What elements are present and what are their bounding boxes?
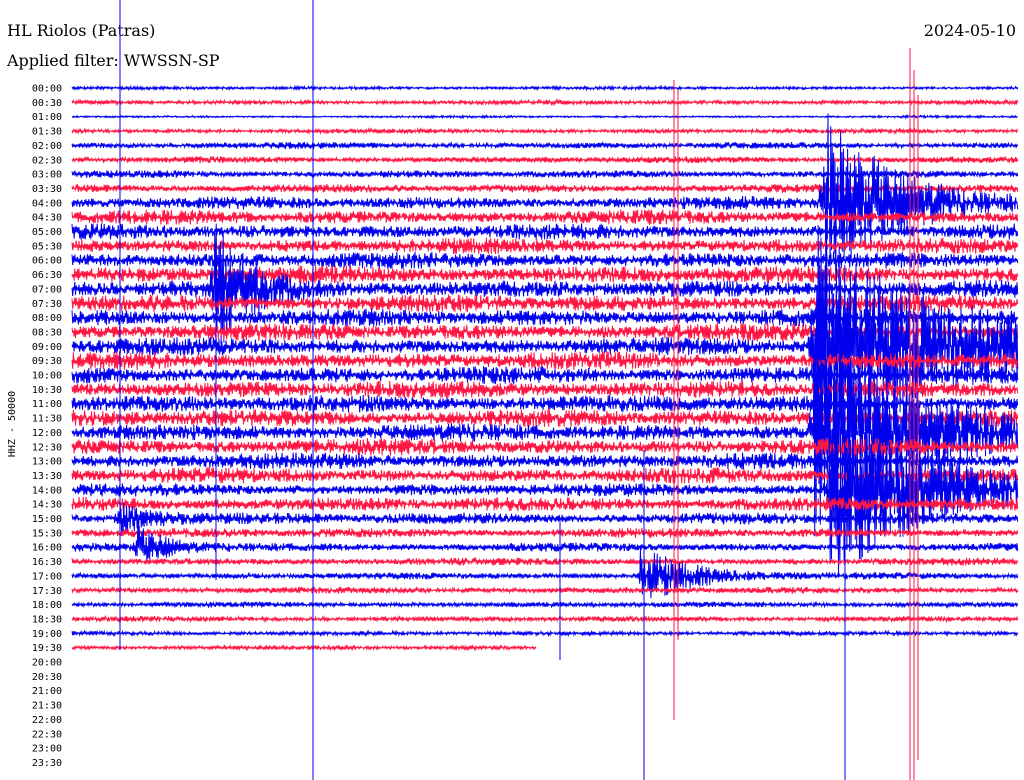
tick-label-1230: 12:30 xyxy=(32,442,62,453)
tick-label-0300: 03:00 xyxy=(32,170,62,181)
tick-label-0130: 01:30 xyxy=(32,127,62,138)
trace-1900 xyxy=(71,629,1019,638)
trace-0130 xyxy=(71,126,1019,136)
tick-label-0730: 07:30 xyxy=(32,299,62,310)
trace-1930 xyxy=(71,643,537,652)
trace-0500 xyxy=(71,223,1019,240)
tick-label-1330: 13:30 xyxy=(32,471,62,482)
tick-label-1430: 14:30 xyxy=(32,500,62,511)
tick-label-1530: 15:30 xyxy=(32,528,62,539)
trace-1630 xyxy=(71,557,1019,566)
tick-label-1930: 19:30 xyxy=(32,643,62,654)
tick-label-0700: 07:00 xyxy=(32,284,62,295)
trace-0530 xyxy=(71,237,1019,255)
tick-label-0230: 02:30 xyxy=(32,155,62,166)
tick-label-0900: 09:00 xyxy=(32,342,62,353)
tick-label-0930: 09:30 xyxy=(32,356,62,367)
seismic-traces xyxy=(71,0,1019,780)
tick-label-0830: 08:30 xyxy=(32,327,62,338)
trace-1000 xyxy=(71,366,1019,385)
tick-label-2300: 23:00 xyxy=(32,744,62,755)
trace-1030 xyxy=(71,380,1019,399)
tick-label-2200: 22:00 xyxy=(32,715,62,726)
tick-label-0100: 01:00 xyxy=(32,112,62,123)
trace-0600 xyxy=(71,251,1019,269)
tick-label-0200: 02:00 xyxy=(32,141,62,152)
trace-0300 xyxy=(71,169,1019,179)
trace-0000 xyxy=(71,84,1019,92)
tick-label-2030: 20:30 xyxy=(32,672,62,683)
tick-label-2130: 21:30 xyxy=(32,701,62,712)
tick-label-1200: 12:00 xyxy=(32,428,62,439)
tick-label-0630: 06:30 xyxy=(32,270,62,281)
trace-1530 xyxy=(71,527,1019,538)
tick-label-0530: 05:30 xyxy=(32,241,62,252)
chart-title: HL Riolos (Patras) xyxy=(7,21,155,40)
trace-0430 xyxy=(71,209,1019,225)
helicorder-chart: HL Riolos (Patras) Applied filter: WWSSN… xyxy=(6,0,1019,780)
chart-subtitle: Applied filter: WWSSN-SP xyxy=(6,51,220,70)
trace-0230 xyxy=(71,155,1019,164)
tick-label-2330: 23:30 xyxy=(32,758,62,769)
tick-label-1600: 16:00 xyxy=(32,543,62,554)
tick-label-1130: 11:30 xyxy=(32,414,62,425)
time-tick-labels: 00:00 00:30 01:00 01:30 02:00 02:30 03:00 03:30… xyxy=(32,84,62,769)
tick-label-1830: 18:30 xyxy=(32,614,62,625)
tick-label-2100: 21:00 xyxy=(32,686,62,697)
tick-label-1700: 17:00 xyxy=(32,571,62,582)
tick-label-2000: 20:00 xyxy=(32,658,62,669)
tick-label-0400: 04:00 xyxy=(32,198,62,209)
tick-label-1400: 14:00 xyxy=(32,485,62,496)
tick-label-0030: 00:30 xyxy=(32,98,62,109)
tick-label-0000: 00:00 xyxy=(32,84,62,95)
tick-label-1030: 10:30 xyxy=(32,385,62,396)
trace-0200 xyxy=(71,140,1019,150)
tick-label-0430: 04:30 xyxy=(32,213,62,224)
tick-label-2230: 22:30 xyxy=(32,729,62,740)
tick-label-1900: 19:00 xyxy=(32,629,62,640)
trace-1230 xyxy=(71,437,1019,456)
tick-label-0500: 05:00 xyxy=(32,227,62,238)
tick-label-0600: 06:00 xyxy=(32,256,62,267)
tick-label-1300: 13:00 xyxy=(32,457,62,468)
tick-label-1630: 16:30 xyxy=(32,557,62,568)
tick-label-1000: 10:00 xyxy=(32,371,62,382)
y-axis-label: HHZ - 50000 xyxy=(7,391,18,457)
trace-1830 xyxy=(71,614,1019,624)
tick-label-1800: 18:00 xyxy=(32,600,62,611)
tick-label-1500: 15:00 xyxy=(32,514,62,525)
tick-label-0330: 03:30 xyxy=(32,184,62,195)
chart-date: 2024-05-10 xyxy=(924,21,1016,40)
tick-label-1100: 11:00 xyxy=(32,399,62,410)
trace-0030 xyxy=(71,98,1019,107)
trace-1800 xyxy=(71,600,1019,609)
trace-0100 xyxy=(71,113,1018,120)
trace-1730 xyxy=(71,585,1019,595)
tick-label-1730: 17:30 xyxy=(32,586,62,597)
tick-label-0800: 08:00 xyxy=(32,313,62,324)
